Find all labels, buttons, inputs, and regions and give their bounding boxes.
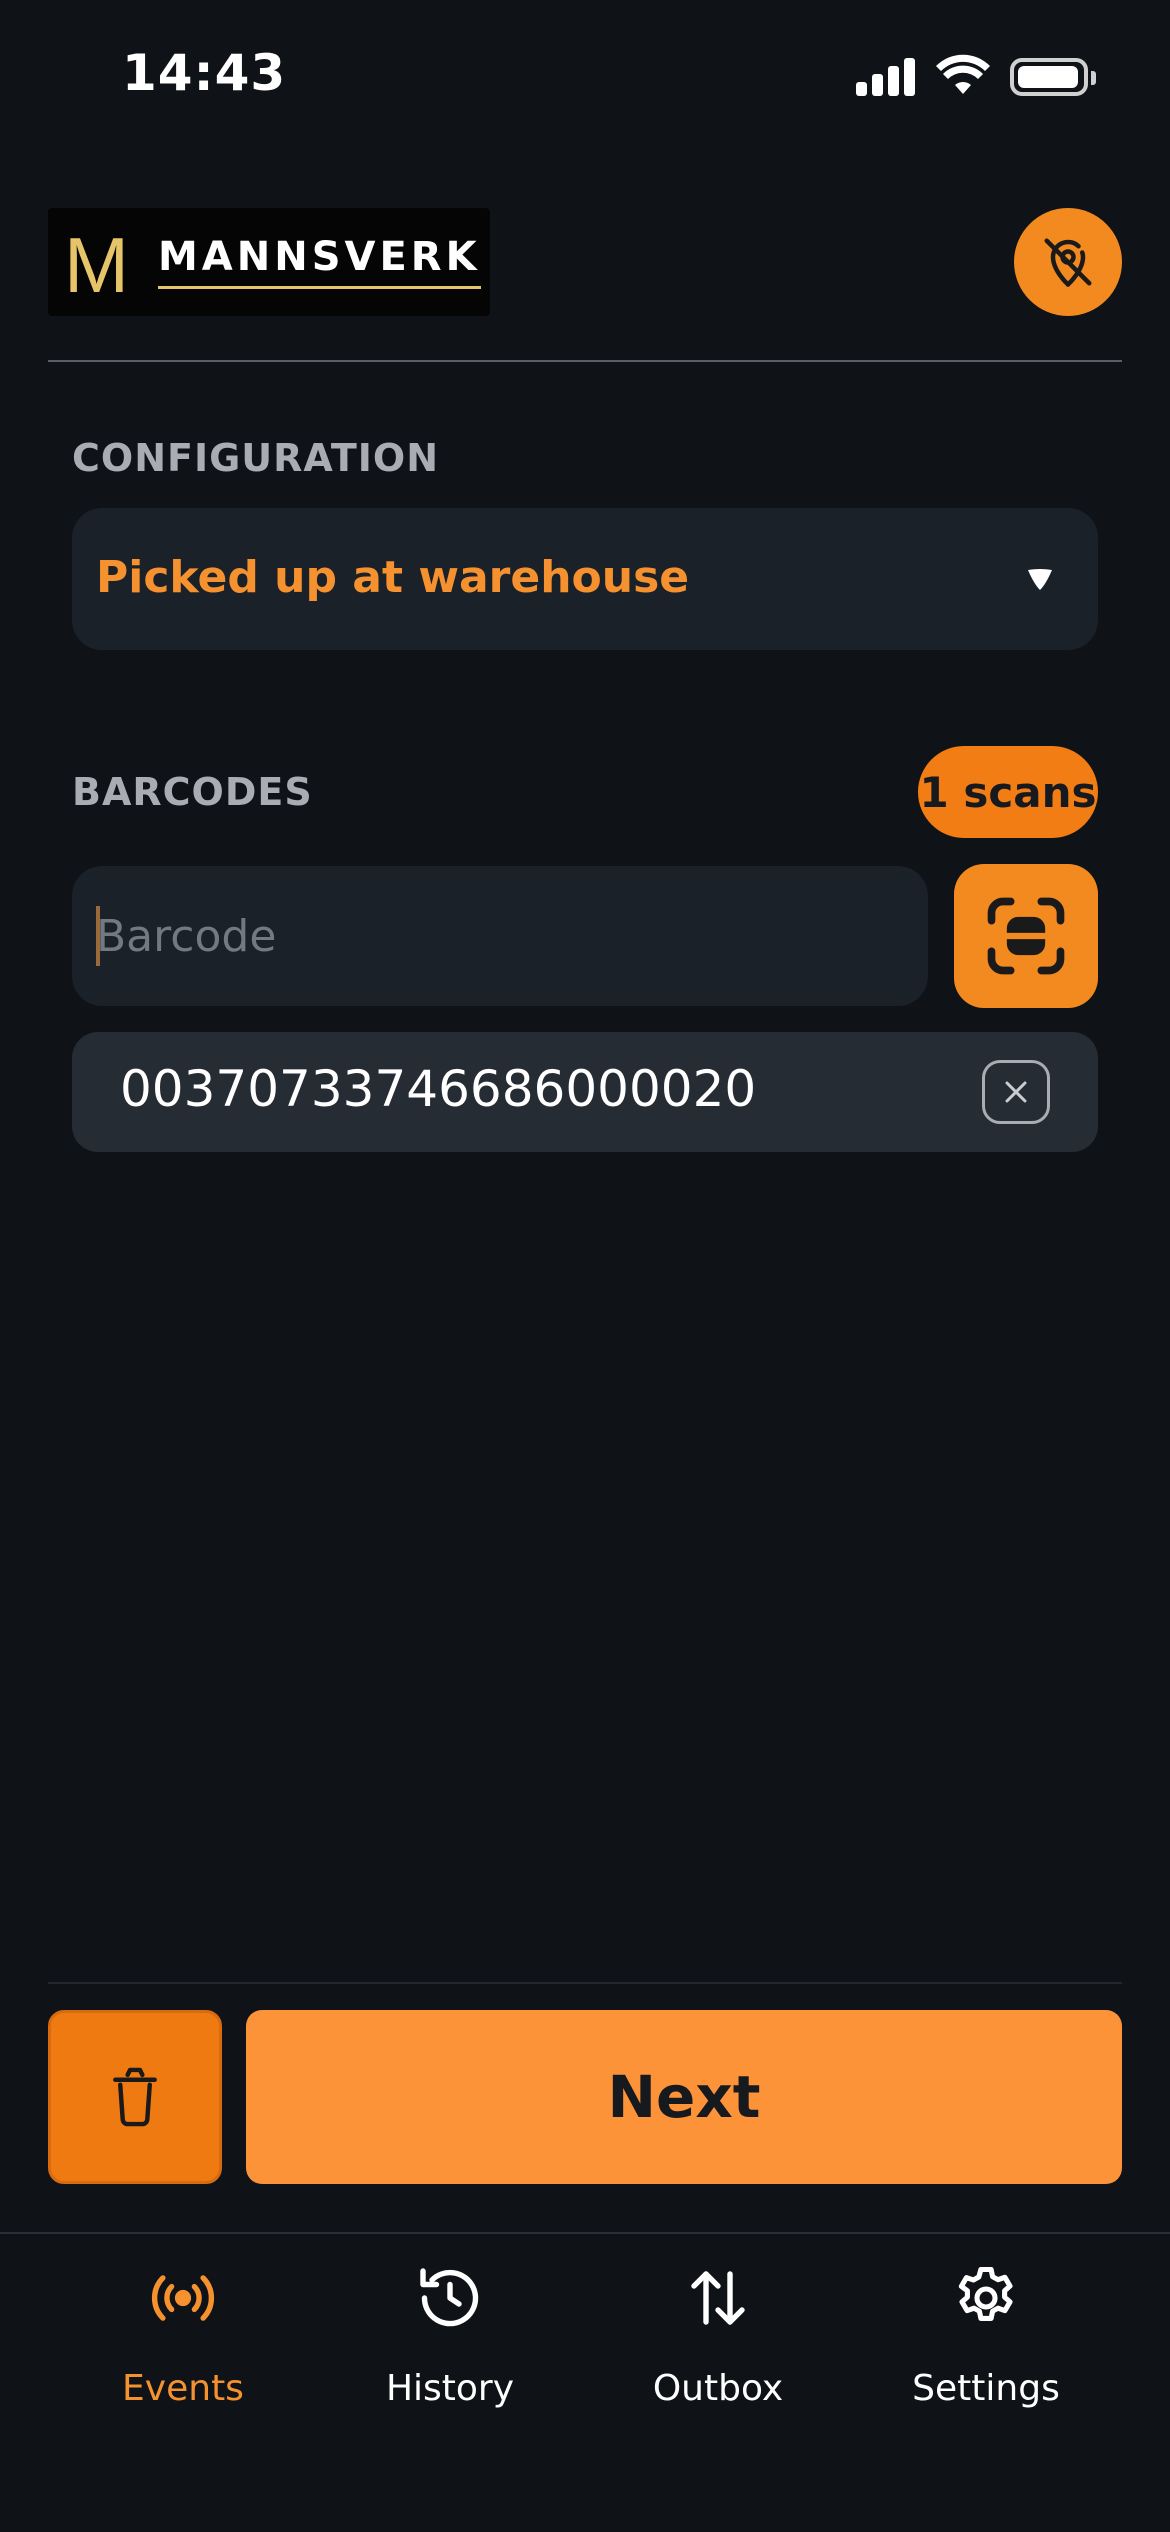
status-time: 14:43 — [122, 44, 287, 102]
header-divider — [48, 360, 1122, 362]
wifi-icon — [936, 54, 990, 94]
location-toggle-button[interactable] — [1014, 208, 1122, 316]
location-off-icon — [1044, 238, 1092, 287]
tab-outbox[interactable]: Outbox — [598, 2258, 838, 2438]
action-bar-divider — [48, 1982, 1122, 1984]
trash-icon — [113, 2067, 157, 2127]
remove-barcode-button[interactable] — [982, 1060, 1050, 1124]
barcode-list-item: 00370733746686000020 — [72, 1032, 1098, 1152]
logo-mark: M — [64, 221, 129, 309]
delete-button[interactable] — [48, 2010, 222, 2184]
company-logo: M MANNSVERK — [48, 208, 490, 316]
cellular-signal-icon — [856, 58, 916, 96]
tab-events[interactable]: Events — [63, 2258, 303, 2438]
next-button[interactable]: Next — [246, 2010, 1122, 2184]
tab-settings-label: Settings — [912, 2368, 1060, 2409]
barcode-scan-icon — [987, 897, 1065, 975]
tab-outbox-label: Outbox — [652, 2368, 784, 2409]
tab-history[interactable]: History — [330, 2258, 570, 2438]
configuration-selected-value: Picked up at warehouse — [96, 552, 690, 603]
chevron-down-icon — [1028, 569, 1052, 590]
tab-events-label: Events — [122, 2368, 244, 2409]
battery-icon — [1010, 58, 1096, 96]
barcodes-label: BARCODES — [72, 770, 313, 814]
tab-settings[interactable]: Settings — [866, 2258, 1106, 2438]
gear-icon — [958, 2266, 1013, 2321]
tab-history-label: History — [385, 2368, 515, 2409]
barcode-input[interactable] — [72, 866, 928, 1006]
logo-wordmark: MANNSVERK — [158, 234, 481, 289]
status-bar: 14:43 — [0, 0, 1170, 150]
sync-arrows-icon — [691, 2271, 745, 2325]
configuration-label: CONFIGURATION — [72, 436, 440, 480]
configuration-dropdown[interactable]: Picked up at warehouse — [72, 508, 1098, 650]
broadcast-icon — [151, 2275, 215, 2321]
scan-barcode-button[interactable] — [954, 864, 1098, 1008]
barcode-value: 00370733746686000020 — [120, 1060, 757, 1118]
bottom-tab-bar: Events History Outbox Settings — [0, 2232, 1170, 2532]
scan-count-badge: 1 scans — [918, 746, 1098, 838]
text-cursor — [96, 906, 100, 966]
app-screen: 14:43 M MANNSVERK CONFIGURATION Picked u… — [0, 0, 1170, 2532]
close-icon — [1005, 1081, 1027, 1103]
history-icon — [420, 2268, 479, 2327]
